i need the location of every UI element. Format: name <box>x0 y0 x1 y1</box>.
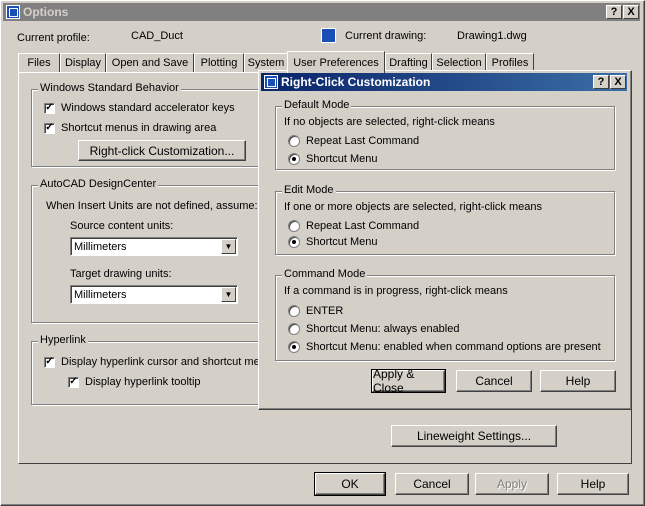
command-mode-label: Command Mode <box>282 268 368 280</box>
cmd-options-radio[interactable] <box>288 341 300 353</box>
options-title: Options <box>23 5 69 19</box>
rc-close-title-button[interactable]: X <box>610 75 626 89</box>
help-title-button[interactable]: ? <box>606 5 622 19</box>
designcenter-label: AutoCAD DesignCenter <box>38 178 159 190</box>
tab-user-preferences[interactable]: User Preferences <box>287 51 385 73</box>
cmd-options-label: Shortcut Menu: enabled when command opti… <box>306 341 601 353</box>
windows-behavior-label: Windows Standard Behavior <box>38 82 181 94</box>
default-mode-group: Default Mode If no objects are selected,… <box>275 99 615 170</box>
chevron-down-icon[interactable]: ▼ <box>221 239 236 254</box>
edit-shortcut-radio[interactable] <box>288 236 300 248</box>
current-drawing-value: Drawing1.dwg <box>457 30 527 42</box>
rc-help-button[interactable]: Help <box>540 370 616 392</box>
default-repeat-radio[interactable] <box>288 135 300 147</box>
cmd-always-label: Shortcut Menu: always enabled <box>306 323 460 335</box>
options-titlebar: Options ? X <box>3 3 640 21</box>
edit-mode-group: Edit Mode If one or more objects are sel… <box>275 184 615 255</box>
hyperlink-tooltip-checkbox[interactable]: ✓ <box>68 376 79 388</box>
app-icon <box>6 5 20 19</box>
lineweight-settings-button[interactable]: Lineweight Settings... <box>391 425 557 447</box>
command-mode-group: Command Mode If a command is in progress… <box>275 268 615 361</box>
current-drawing-label: Current drawing: <box>345 30 427 42</box>
apply-close-button[interactable]: Apply & Close <box>371 367 446 395</box>
command-mode-desc: If a command is in progress, right-click… <box>284 285 508 297</box>
right-click-dialog: Right-Click Customization ? X Default Mo… <box>258 70 632 410</box>
source-units-select[interactable]: Millimeters ▼ <box>70 237 238 256</box>
target-units-label: Target drawing units: <box>70 268 172 280</box>
hyperlink-cursor-label: Display hyperlink cursor and shortcut me… <box>61 356 272 368</box>
rc-cancel-button[interactable]: Cancel <box>456 370 532 392</box>
tab-plotting[interactable]: Plotting <box>194 53 244 72</box>
default-shortcut-radio[interactable] <box>288 153 300 165</box>
default-mode-label: Default Mode <box>282 99 352 111</box>
edit-repeat-label: Repeat Last Command <box>306 220 420 232</box>
ok-button[interactable]: OK <box>314 472 386 496</box>
windows-behavior-group: Windows Standard Behavior ✓ Windows stan… <box>31 82 271 167</box>
insert-units-note: When Insert Units are not defined, assum… <box>46 200 258 212</box>
close-title-button[interactable]: X <box>623 5 639 19</box>
rc-titlebar: Right-Click Customization ? X <box>261 73 627 91</box>
target-units-select[interactable]: Millimeters ▼ <box>70 285 238 304</box>
accel-keys-checkbox[interactable]: ✓ <box>44 102 55 114</box>
shortcut-menus-label: Shortcut menus in drawing area <box>61 122 217 134</box>
accel-keys-label: Windows standard accelerator keys <box>61 102 235 114</box>
rc-help-title-button[interactable]: ? <box>593 75 609 89</box>
hyperlink-tooltip-label: Display hyperlink tooltip <box>85 376 201 388</box>
hyperlink-label: Hyperlink <box>38 334 88 346</box>
help-button[interactable]: Help <box>557 473 629 495</box>
cmd-enter-radio[interactable] <box>288 305 300 317</box>
edit-mode-label: Edit Mode <box>282 184 336 196</box>
shortcut-menus-checkbox[interactable]: ✓ <box>44 122 55 134</box>
target-units-value: Millimeters <box>74 288 127 301</box>
edit-mode-desc: If one or more objects are selected, rig… <box>284 201 543 213</box>
source-units-value: Millimeters <box>74 240 127 253</box>
designcenter-group: AutoCAD DesignCenter When Insert Units a… <box>31 178 271 323</box>
cancel-button[interactable]: Cancel <box>395 473 469 495</box>
hyperlink-group: Hyperlink ✓ Display hyperlink cursor and… <box>31 334 272 405</box>
cmd-enter-label: ENTER <box>306 305 344 317</box>
app-icon <box>264 75 278 89</box>
tab-files[interactable]: Files <box>18 53 60 72</box>
edit-shortcut-label: Shortcut Menu <box>306 236 378 248</box>
hyperlink-cursor-checkbox[interactable]: ✓ <box>44 356 55 368</box>
current-profile-value: CAD_Duct <box>131 30 183 42</box>
edit-repeat-radio[interactable] <box>288 220 300 232</box>
source-units-label: Source content units: <box>70 220 174 232</box>
current-profile-label: Current profile: <box>17 32 90 44</box>
tab-display[interactable]: Display <box>60 53 106 72</box>
cmd-always-radio[interactable] <box>288 323 300 335</box>
apply-button[interactable]: Apply <box>475 473 549 495</box>
default-mode-desc: If no objects are selected, right-click … <box>284 116 495 128</box>
rc-title: Right-Click Customization <box>281 75 431 89</box>
chevron-down-icon[interactable]: ▼ <box>221 287 236 302</box>
tab-open-and-save[interactable]: Open and Save <box>106 53 194 72</box>
drawing-icon <box>321 28 336 43</box>
default-repeat-label: Repeat Last Command <box>306 135 420 147</box>
right-click-customization-button[interactable]: Right-click Customization... <box>78 140 246 161</box>
default-shortcut-label: Shortcut Menu <box>306 153 378 165</box>
